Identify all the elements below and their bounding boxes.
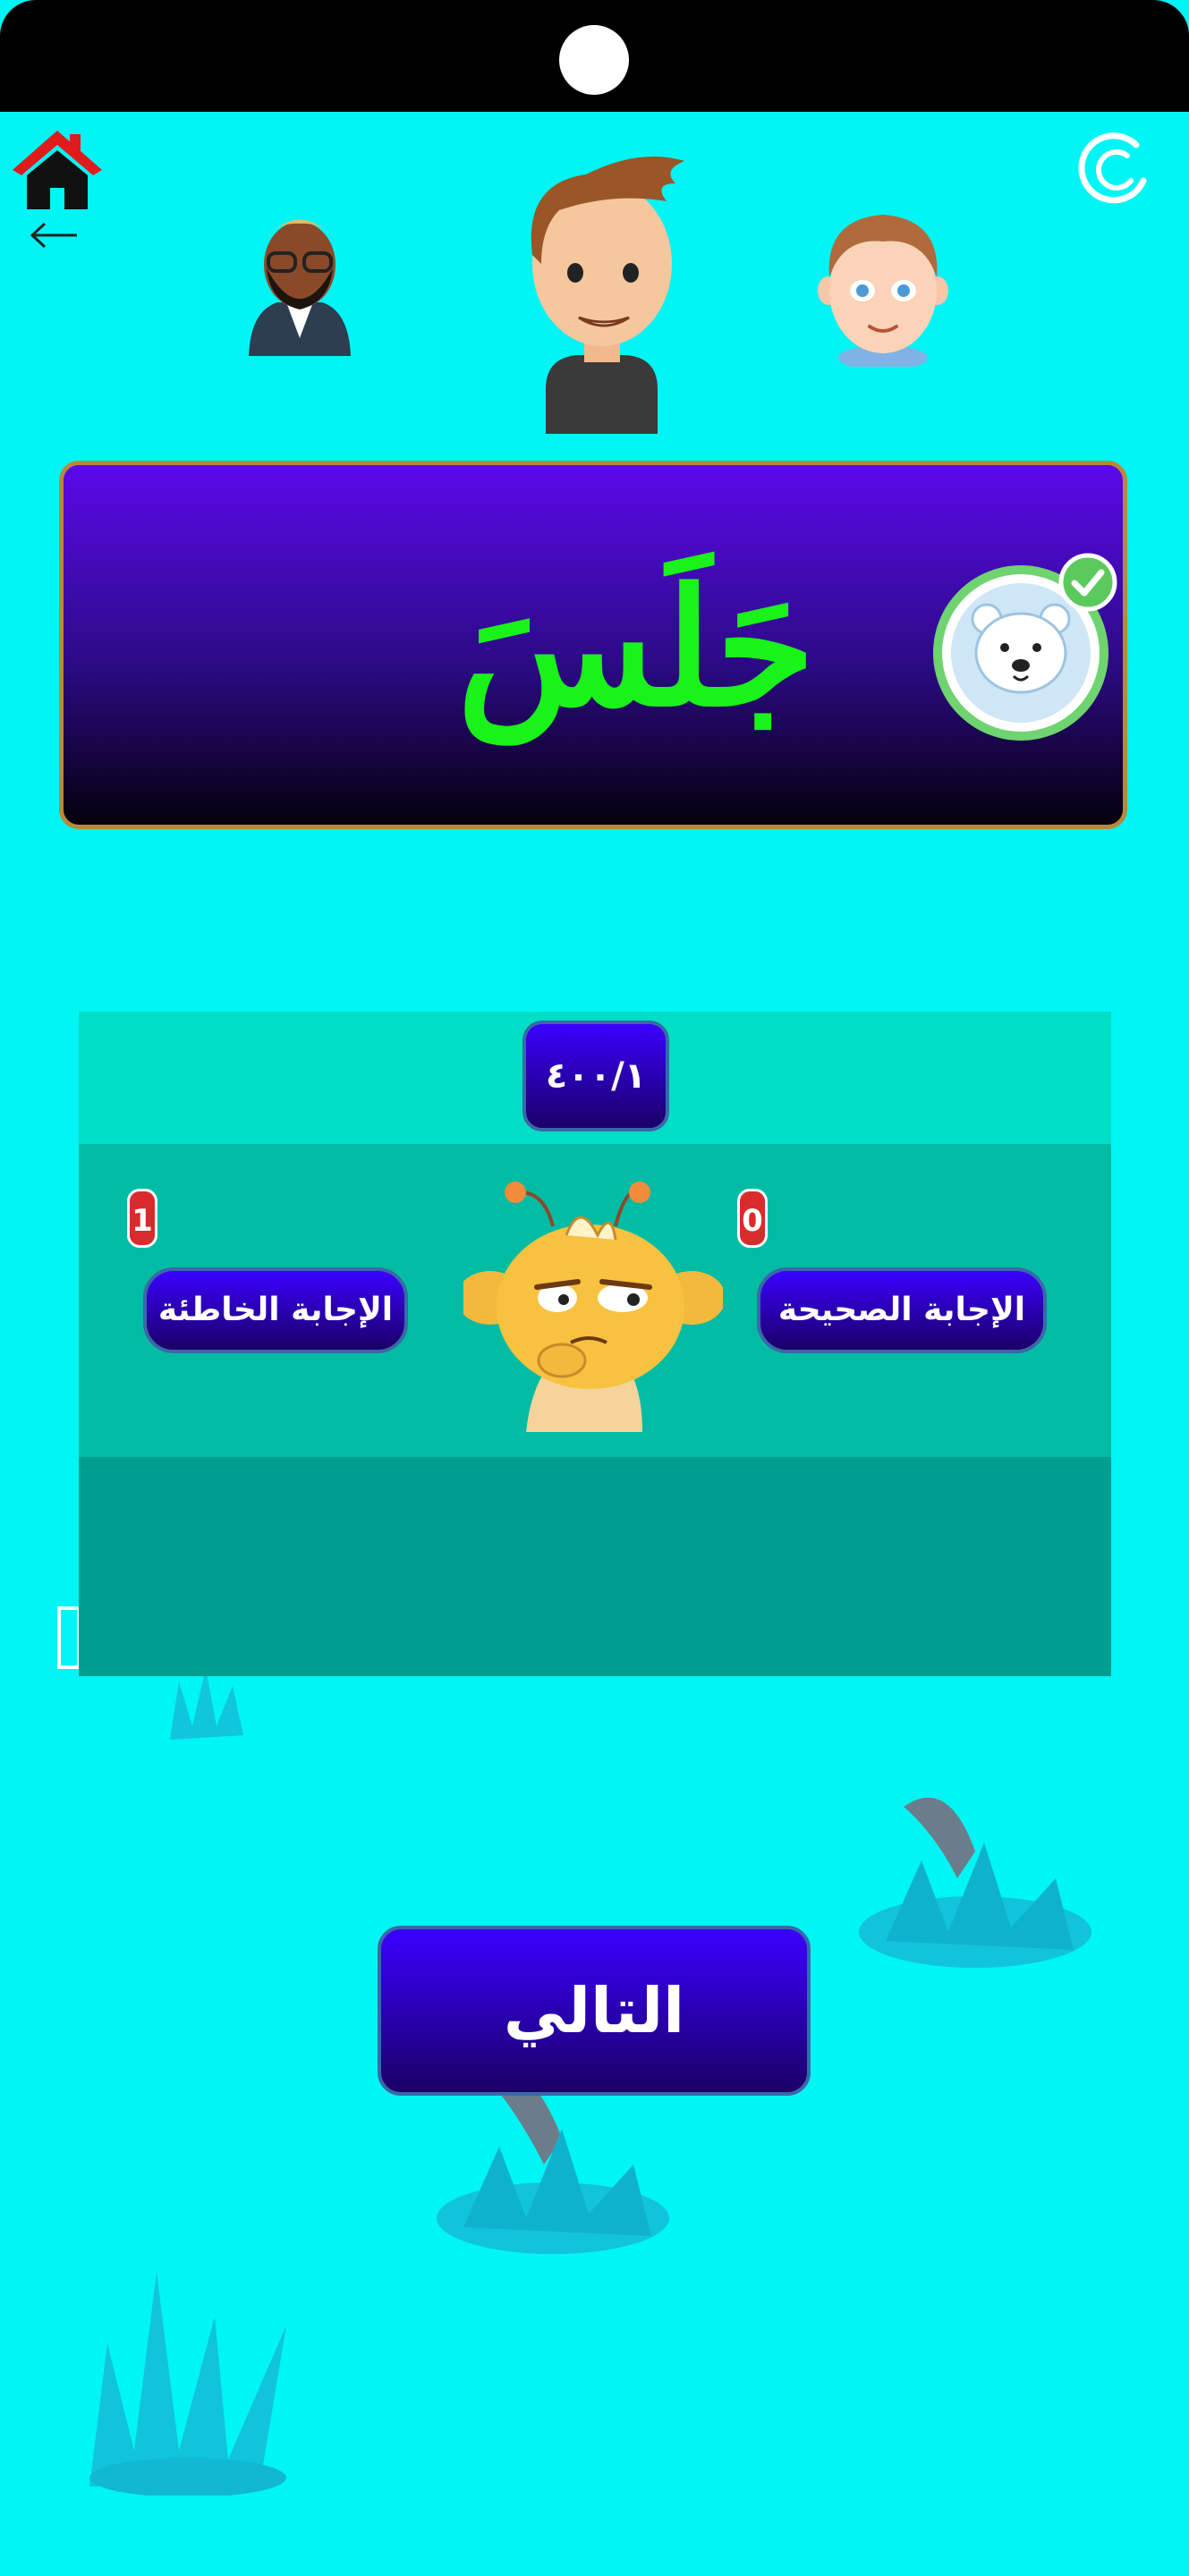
polar-bear-badge[interactable] xyxy=(931,553,1128,751)
back-arrow-icon xyxy=(30,222,77,249)
reload-icon xyxy=(1078,132,1147,204)
next-button[interactable]: التالي xyxy=(378,1926,811,2096)
reload-button[interactable] xyxy=(1074,125,1154,215)
wrong-count-badge: 1 xyxy=(127,1189,157,1248)
splash-decoration-large xyxy=(72,2236,304,2497)
camera-cutout xyxy=(559,25,629,95)
avatar-boy[interactable] xyxy=(816,201,950,370)
wrong-answer-button[interactable]: الإجابة الخاطئة xyxy=(143,1267,408,1353)
back-button[interactable] xyxy=(27,219,81,251)
avatar-man-beard[interactable] xyxy=(242,204,358,356)
home-button[interactable] xyxy=(7,123,107,213)
home-icon xyxy=(13,131,102,209)
progress-indicator: ٤٠٠/١ xyxy=(522,1021,669,1131)
correct-count-badge: 0 xyxy=(737,1189,768,1248)
next-row: التالي xyxy=(79,1457,1111,2096)
word-text: جَلَسَ xyxy=(456,554,816,742)
correct-answer-button[interactable]: الإجابة الصحيحة xyxy=(757,1267,1047,1353)
thinking-mascot xyxy=(456,1173,726,1441)
device-top-bar xyxy=(0,0,1189,112)
avatar-young-man[interactable] xyxy=(505,148,698,434)
quiz-panel: ٤٠٠/١ 0 1 الإجابة الصحيحة الإجابة الخاطئ… xyxy=(79,1012,1111,2096)
word-card: جَلَسَ xyxy=(59,461,1127,829)
dolphin-splash-right xyxy=(850,1780,1100,1977)
check-icon xyxy=(1058,553,1117,612)
progress-row: ٤٠٠/١ xyxy=(79,1012,1111,1144)
